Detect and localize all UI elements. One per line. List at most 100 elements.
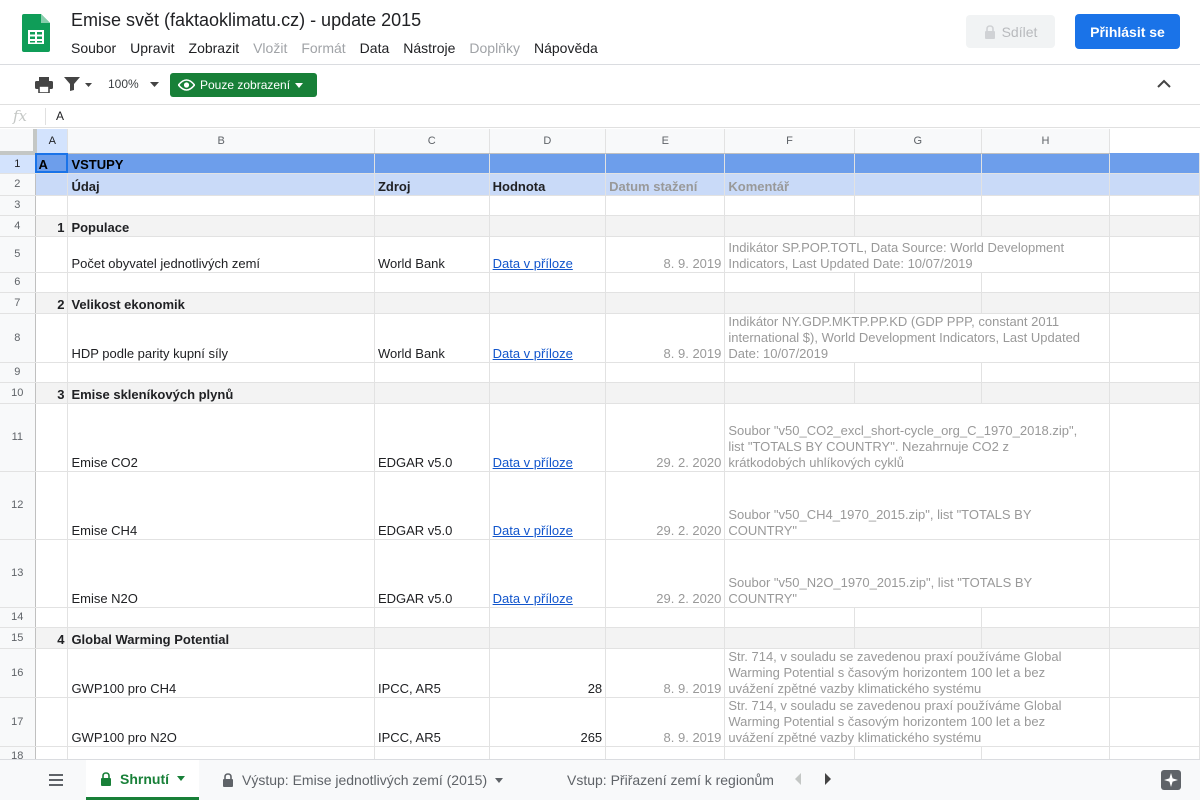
cell-empty[interactable] bbox=[854, 173, 983, 196]
cell-f[interactable]: Str. 714, v souladu se zavedenou praxí p… bbox=[724, 697, 1110, 747]
cell-f[interactable]: Soubor "v50_CO2_excl_short-cycle_org_C_1… bbox=[724, 403, 1110, 472]
cell-d[interactable] bbox=[489, 627, 607, 649]
cell-f[interactable] bbox=[724, 382, 855, 404]
row-header[interactable]: 6 bbox=[0, 272, 36, 293]
cell-e[interactable] bbox=[605, 153, 726, 174]
cell-empty[interactable] bbox=[1109, 362, 1200, 383]
cell-a[interactable] bbox=[35, 471, 69, 540]
cell-empty[interactable] bbox=[1109, 746, 1200, 759]
cell-c[interactable] bbox=[374, 382, 490, 404]
row-header[interactable]: 9 bbox=[0, 362, 36, 383]
row-header[interactable]: 13 bbox=[0, 539, 36, 608]
chevron-right-icon[interactable] bbox=[823, 772, 833, 786]
cell-c[interactable] bbox=[374, 272, 490, 293]
cell-a[interactable] bbox=[35, 607, 69, 628]
cell-empty[interactable] bbox=[854, 195, 983, 216]
cell-empty[interactable] bbox=[1109, 539, 1200, 608]
row-header[interactable]: 14 bbox=[0, 607, 36, 628]
cell-empty[interactable] bbox=[1109, 382, 1200, 404]
all-sheets-menu-icon[interactable] bbox=[48, 773, 64, 787]
cell-d[interactable]: 265 bbox=[489, 697, 607, 747]
cell-f[interactable] bbox=[724, 292, 855, 314]
cell-f[interactable] bbox=[724, 746, 855, 759]
cell-b[interactable]: Velikost ekonomik bbox=[67, 292, 375, 314]
cell-empty[interactable] bbox=[981, 153, 1110, 174]
column-header[interactable]: G bbox=[854, 129, 983, 154]
cell-d[interactable] bbox=[489, 215, 607, 237]
cell-d[interactable] bbox=[489, 607, 607, 628]
formula-input[interactable]: A bbox=[56, 109, 64, 123]
cell-a[interactable] bbox=[35, 272, 69, 293]
row-header[interactable]: 10 bbox=[0, 382, 36, 404]
row-header[interactable]: 15 bbox=[0, 627, 36, 649]
cell-d[interactable] bbox=[489, 746, 607, 759]
document-title[interactable]: Emise svět (faktaoklimatu.cz) - update 2… bbox=[71, 10, 421, 31]
chevron-left-icon[interactable] bbox=[793, 772, 803, 786]
cell-e[interactable]: Datum stažení bbox=[605, 173, 726, 196]
cell-d[interactable]: Data v příloze bbox=[489, 539, 607, 608]
cell-empty[interactable] bbox=[981, 382, 1110, 404]
row-header[interactable]: 7 bbox=[0, 292, 36, 314]
cell-empty[interactable] bbox=[981, 173, 1110, 196]
row-header[interactable]: 16 bbox=[0, 648, 36, 698]
cell-b[interactable]: VSTUPY bbox=[67, 153, 375, 174]
cell-e[interactable] bbox=[605, 195, 726, 216]
cell-c[interactable]: IPCC, AR5 bbox=[374, 697, 490, 747]
cell-empty[interactable] bbox=[854, 272, 983, 293]
cell-c[interactable] bbox=[374, 746, 490, 759]
cell-empty[interactable] bbox=[1109, 697, 1200, 747]
cell-a[interactable] bbox=[35, 195, 69, 216]
cell-b[interactable] bbox=[67, 362, 375, 383]
sheet-tab[interactable]: Shrnutí bbox=[86, 760, 199, 800]
cell-e[interactable]: 8. 9. 2019 bbox=[605, 313, 726, 363]
row-header[interactable]: 4 bbox=[0, 215, 36, 237]
cell-d[interactable] bbox=[489, 195, 607, 216]
cell-b[interactable]: Emise CO2 bbox=[67, 403, 375, 472]
cell-empty[interactable] bbox=[981, 627, 1110, 649]
cell-f[interactable] bbox=[724, 362, 855, 383]
cell-f[interactable] bbox=[724, 215, 855, 237]
cell-e[interactable] bbox=[605, 382, 726, 404]
menu-item[interactable]: Nápověda bbox=[534, 40, 598, 56]
cell-f[interactable]: Indikátor SP.POP.TOTL, Data Source: Worl… bbox=[724, 236, 1110, 273]
cell-a[interactable]: A bbox=[35, 153, 69, 174]
row-header[interactable]: 2 bbox=[0, 173, 36, 196]
cell-f[interactable] bbox=[724, 195, 855, 216]
cell-empty[interactable] bbox=[1109, 471, 1200, 540]
column-header[interactable]: E bbox=[605, 129, 726, 154]
menu-item[interactable]: Zobrazit bbox=[189, 40, 240, 56]
row-header[interactable]: 3 bbox=[0, 195, 36, 216]
menu-item[interactable]: Data bbox=[360, 40, 390, 56]
cell-empty[interactable] bbox=[981, 215, 1110, 237]
cell-e[interactable]: 29. 2. 2020 bbox=[605, 539, 726, 608]
cell-c[interactable]: EDGAR v5.0 bbox=[374, 403, 490, 472]
cell-empty[interactable] bbox=[981, 272, 1110, 293]
cell-c[interactable] bbox=[374, 153, 490, 174]
cell-e[interactable] bbox=[605, 272, 726, 293]
cell-empty[interactable] bbox=[854, 153, 983, 174]
row-header[interactable]: 12 bbox=[0, 471, 36, 540]
zoom-select[interactable]: 100% bbox=[108, 77, 139, 91]
cell-b[interactable]: HDP podle parity kupní síly bbox=[67, 313, 375, 363]
column-header[interactable]: A bbox=[35, 129, 69, 154]
cell-empty[interactable] bbox=[981, 746, 1110, 759]
cell-a[interactable] bbox=[35, 403, 69, 472]
row-header[interactable]: 18 bbox=[0, 746, 36, 759]
cell-a[interactable] bbox=[35, 539, 69, 608]
row-header[interactable]: 1 bbox=[0, 153, 36, 174]
cell-c[interactable]: EDGAR v5.0 bbox=[374, 471, 490, 540]
cell-e[interactable]: 8. 9. 2019 bbox=[605, 697, 726, 747]
cell-a[interactable] bbox=[35, 313, 69, 363]
menu-item[interactable]: Soubor bbox=[71, 40, 116, 56]
cell-e[interactable]: 29. 2. 2020 bbox=[605, 471, 726, 540]
cell-c[interactable]: Zdroj bbox=[374, 173, 490, 196]
cell-f[interactable]: Soubor "v50_N2O_1970_2015.zip", list "TO… bbox=[724, 539, 1110, 608]
share-button[interactable]: Sdílet bbox=[966, 15, 1055, 48]
cell-f[interactable] bbox=[724, 153, 855, 174]
filter-icon[interactable] bbox=[64, 77, 80, 91]
cell-e[interactable]: 8. 9. 2019 bbox=[605, 236, 726, 273]
row-header[interactable]: 8 bbox=[0, 313, 36, 363]
cell-b[interactable] bbox=[67, 746, 375, 759]
cell-f[interactable] bbox=[724, 627, 855, 649]
column-header[interactable]: H bbox=[981, 129, 1110, 154]
